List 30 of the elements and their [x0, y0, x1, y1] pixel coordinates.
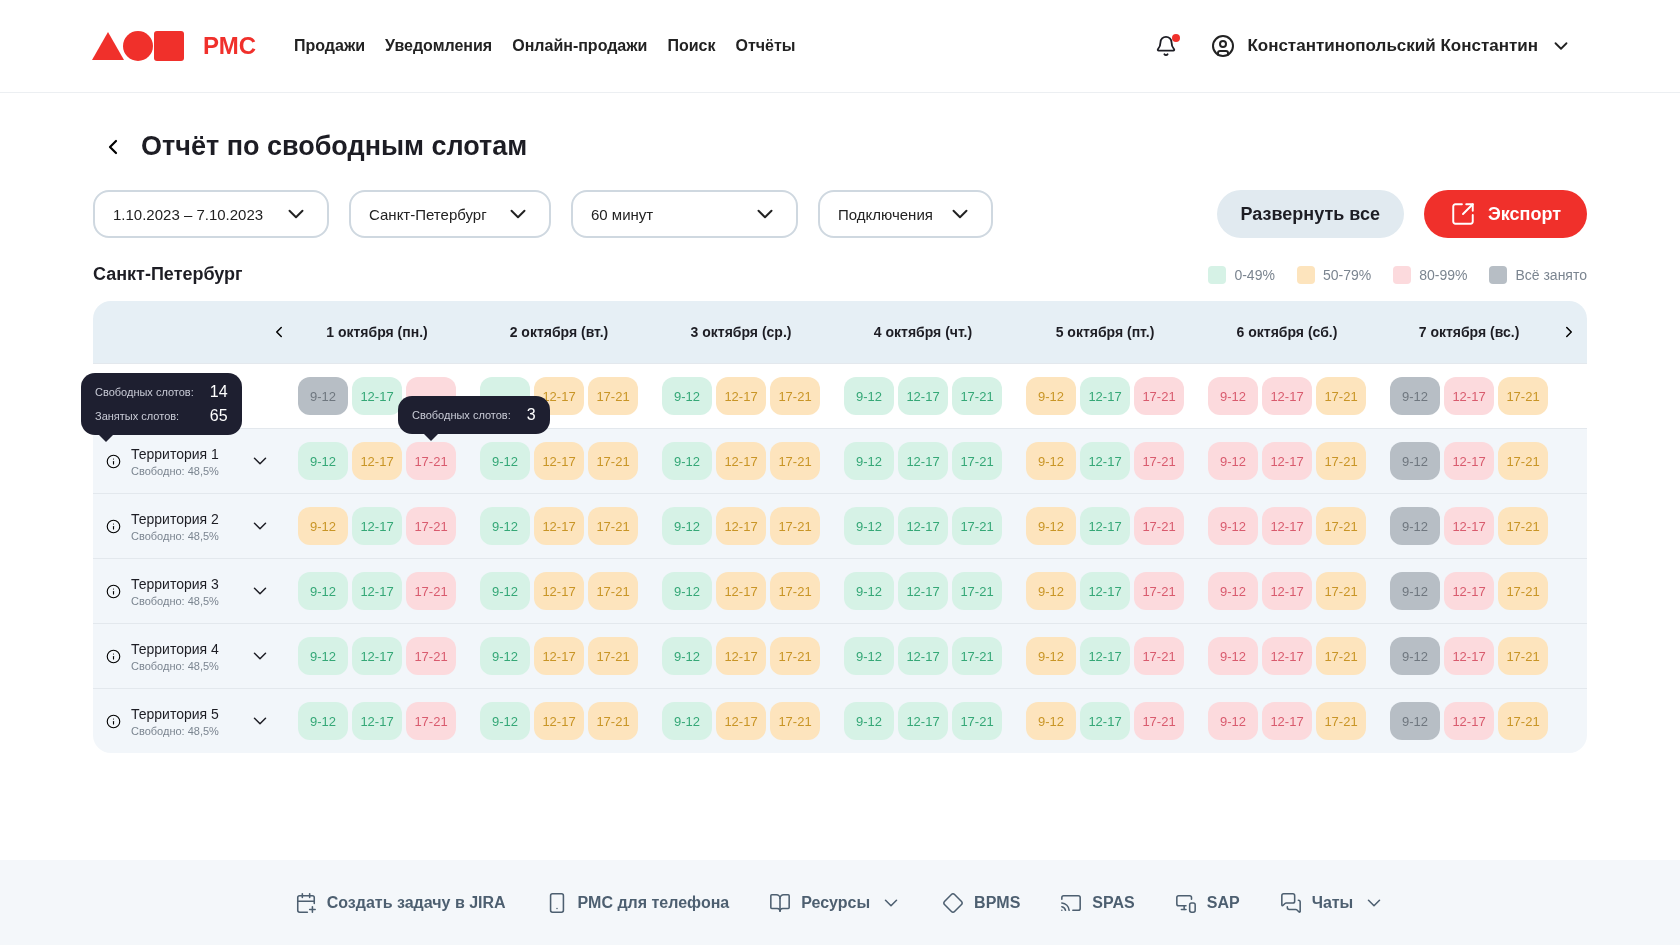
territory-name: Территория 3 [131, 575, 220, 592]
legend-label: Всё занято [1515, 266, 1587, 283]
territory-free-share: Свободно: 48,5% [131, 724, 220, 737]
day-heading: 3 октября (ср.) [689, 324, 793, 340]
territory-name: Территория 2 [131, 510, 220, 527]
territory-free-share: Свободно: 48,5% [131, 529, 220, 542]
tooltip-label: Занятых слотов: [95, 410, 180, 422]
logo-text: РМС [203, 32, 256, 60]
tooltip-value: 3 [526, 406, 536, 424]
day-heading: 1 октября (пн.) [325, 324, 429, 340]
tooltip-label: Свободных слотов: [95, 386, 194, 398]
day-heading: 4 октября (чт.) [872, 324, 974, 340]
page-title: Отчёт по свободным слотам [141, 131, 528, 162]
legend-label: 0-49% [1234, 266, 1275, 283]
tooltip-label: Свободных слотов: [412, 409, 511, 421]
territory-name: Территория 4 [131, 640, 220, 657]
section-title: Санкт-Петербург [93, 264, 243, 285]
territory-name: Территория 5 [131, 705, 220, 722]
day-heading: 5 октября (пт.) [1054, 324, 1156, 340]
territory-name: Территория 1 [131, 445, 220, 462]
tooltip-value: 65 [209, 407, 228, 425]
tooltip-value: 14 [209, 383, 228, 401]
legend-label: 80-99% [1419, 266, 1468, 283]
day-heading: 6 октября (сб.) [1235, 324, 1339, 340]
day-heading: 7 октября (вс.) [1417, 324, 1521, 340]
territory-free-share: Свободно: 48,5% [131, 464, 220, 477]
territory-free-share: Свободно: 48,5% [131, 594, 220, 607]
legend-label: 50-79% [1322, 266, 1372, 283]
territory-free-share: Свободно: 48,5% [131, 659, 220, 672]
day-heading: 2 октября (вт.) [508, 324, 610, 340]
